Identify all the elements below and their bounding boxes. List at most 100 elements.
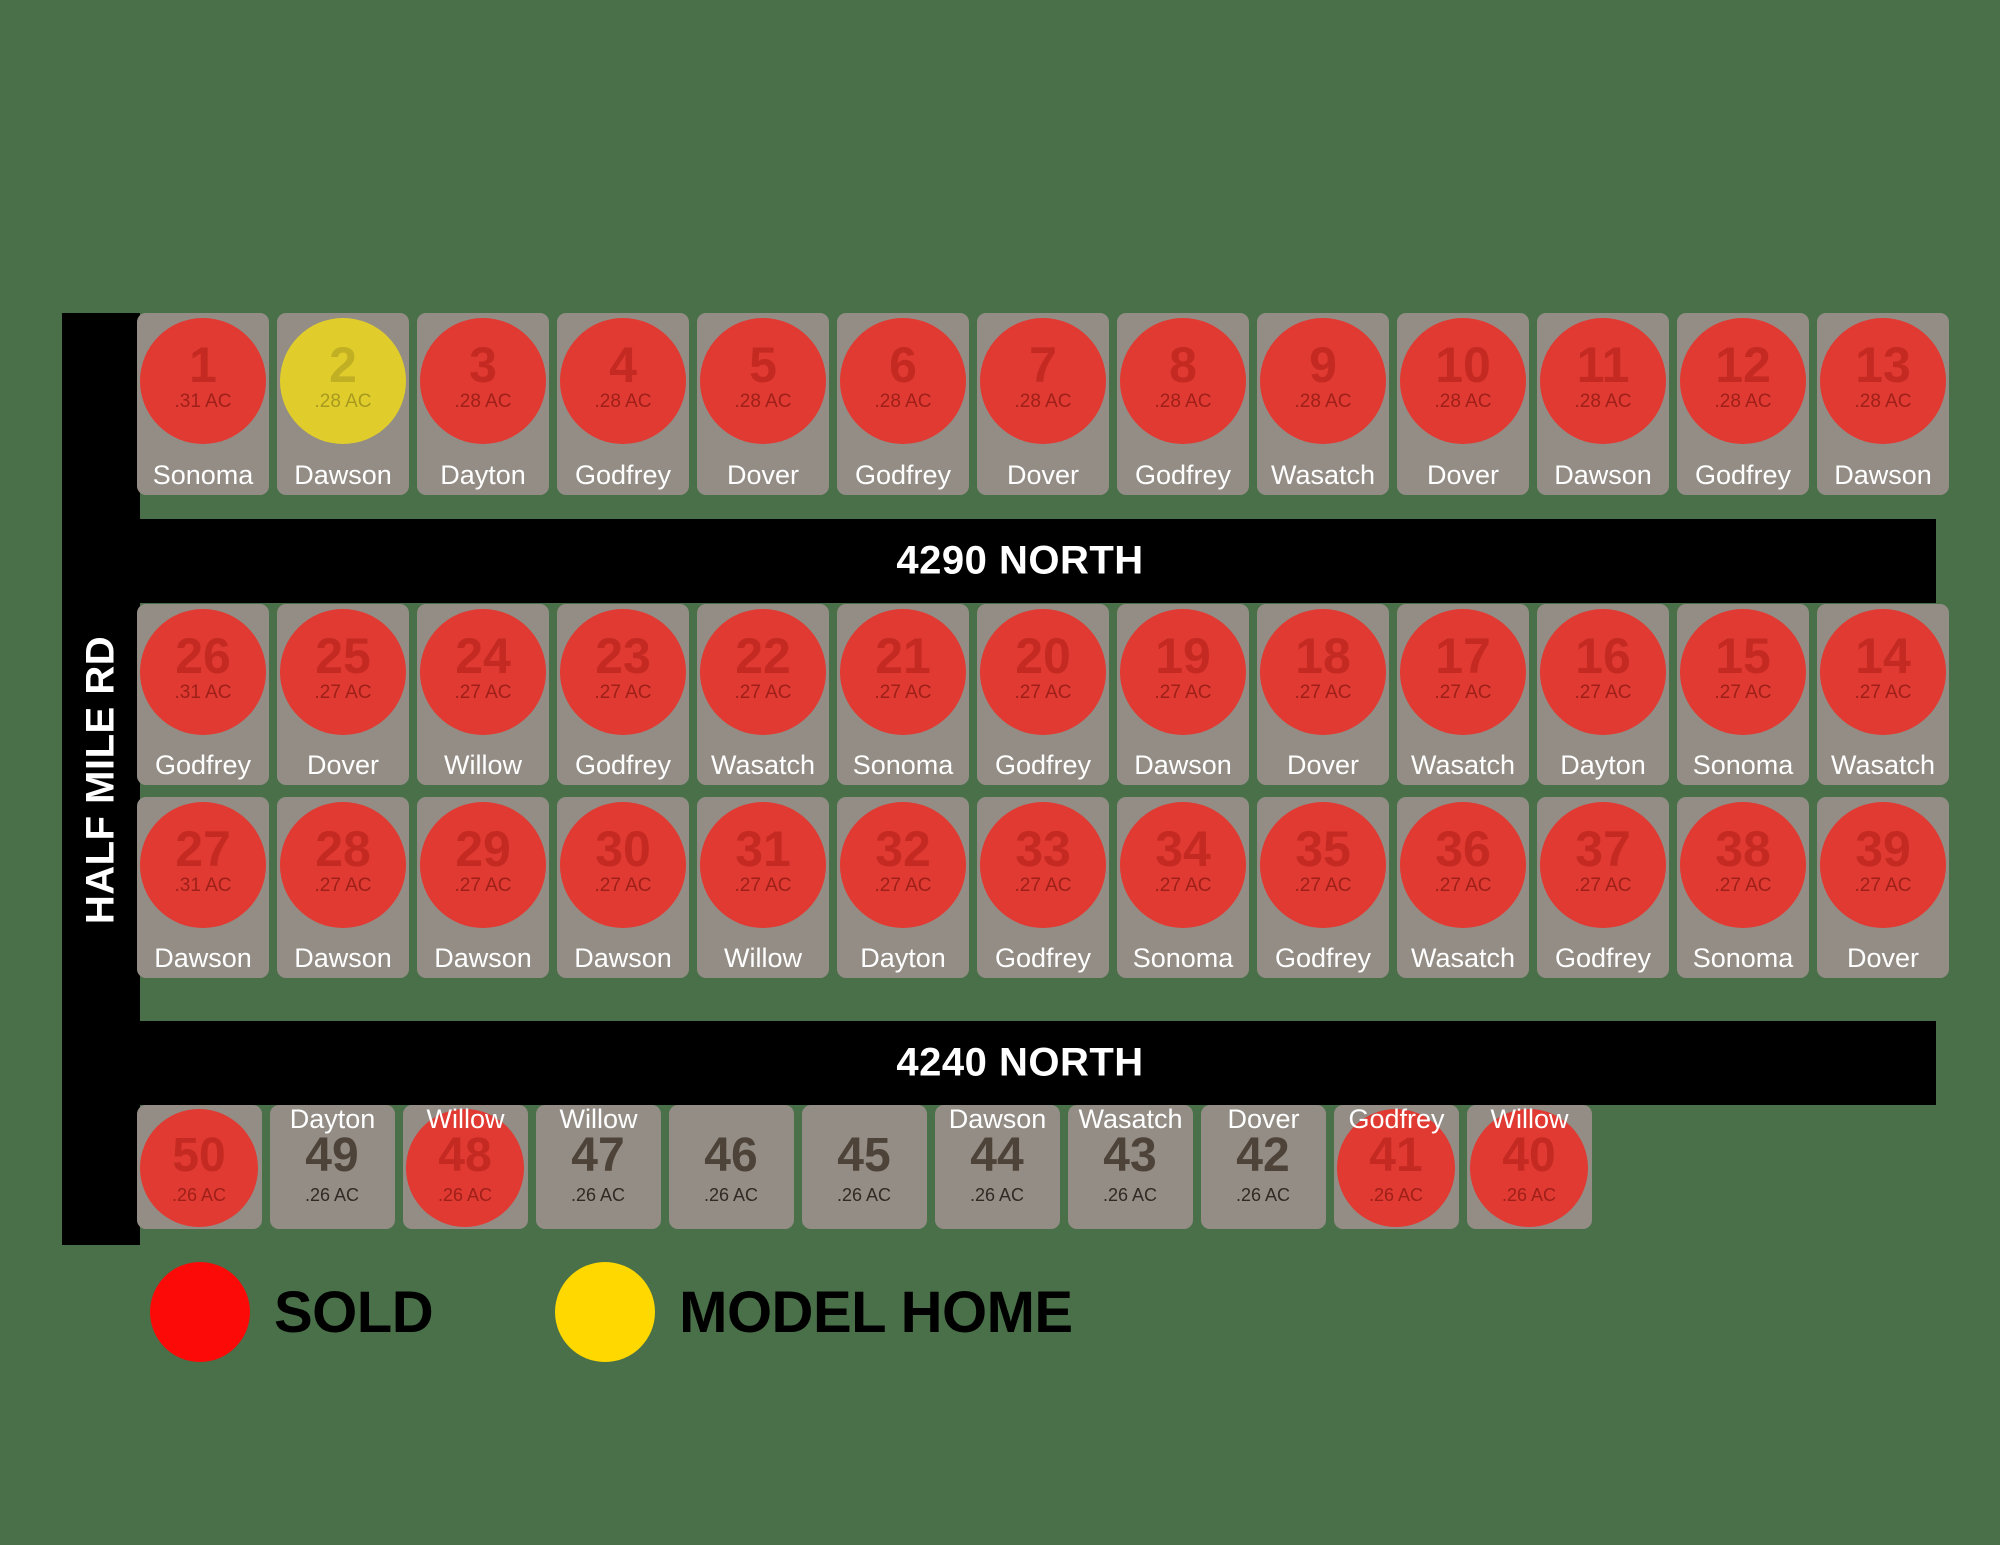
lot-tile[interactable]: 10.28 AC Dover (1397, 313, 1529, 495)
lot-tile[interactable]: 36.27 AC Wasatch (1397, 797, 1529, 978)
lot-tile[interactable]: 12.28 AC Godfrey (1677, 313, 1809, 495)
lot-acreage: .27 AC (1294, 681, 1352, 703)
lot-tile[interactable]: 22.27 AC Wasatch (697, 604, 829, 785)
lot-tile[interactable]: 5.28 AC Dover (697, 313, 829, 495)
lot-tile[interactable]: Godfrey 41 .26 AC (1334, 1105, 1459, 1229)
lot-number: 35 (1295, 820, 1351, 877)
lot-tile[interactable]: Willow 48 .26 AC (403, 1105, 528, 1229)
lot-acreage: .26 AC (703, 1185, 759, 1206)
lot-acreage: .27 AC (594, 874, 652, 896)
lot-tile[interactable]: 17.27 AC Wasatch (1397, 604, 1529, 785)
lot-tile[interactable]: Willow 40 .26 AC (1467, 1105, 1592, 1229)
lot-tile[interactable]: 11.28 AC Dawson (1537, 313, 1669, 495)
lot-acreage: .26 AC (437, 1185, 493, 1206)
lot-number: 9 (1309, 336, 1337, 393)
lot-tile[interactable]: Wasatch 43 .26 AC (1068, 1105, 1193, 1229)
lot-floorplan-name: Sonoma (1692, 943, 1794, 973)
legend-label-sold: SOLD (274, 1279, 434, 1345)
lot-tile[interactable]: 15.27 AC Sonoma (1677, 604, 1809, 785)
lot-tile[interactable]: 6.28 AC Godfrey (837, 313, 969, 495)
lot-floorplan-name: Wasatch (710, 750, 816, 780)
lot-tile[interactable]: 20.27 AC Godfrey (977, 604, 1109, 785)
lot-number: 1 (189, 336, 217, 393)
lot-number: 38 (1715, 820, 1771, 877)
lot-tile[interactable]: 18.27 AC Dover (1257, 604, 1389, 785)
lot-tile[interactable]: 27.31 AC Dawson (137, 797, 269, 978)
lot-floorplan-name: Wasatch (1830, 750, 1936, 780)
lot-tile[interactable]: 4.28 AC Godfrey (557, 313, 689, 495)
lot-acreage: .26 AC (1102, 1185, 1158, 1206)
lot-number: 41 (1369, 1128, 1423, 1182)
lot-status-circle: 50 .26 AC (140, 1109, 258, 1227)
lot-tile[interactable]: 25.27 AC Dover (277, 604, 409, 785)
lot-acreage: .28 AC (454, 390, 512, 412)
lot-tile[interactable]: Dawson 44 .26 AC (935, 1105, 1060, 1229)
lot-number: 48 (438, 1128, 492, 1182)
lot-tile[interactable]: 8.28 AC Godfrey (1117, 313, 1249, 495)
lot-tile[interactable]: 45 .26 AC (802, 1105, 927, 1229)
lot-tile[interactable]: 31.27 AC Willow (697, 797, 829, 978)
lot-number: 21 (875, 627, 931, 684)
lot-tile[interactable]: 7.28 AC Dover (977, 313, 1109, 495)
lot-acreage: .26 AC (1368, 1185, 1424, 1206)
lot-tile[interactable]: 24.27 AC Willow (417, 604, 549, 785)
lot-status-circle: 27.31 AC (140, 802, 266, 928)
lot-floorplan-name: Dawson (1834, 460, 1932, 490)
lot-status-circle: 20.27 AC (980, 609, 1106, 735)
lot-tile[interactable]: 38.27 AC Sonoma (1677, 797, 1809, 978)
road-label-4240-north: 4240 NORTH (896, 1040, 1144, 1085)
lot-number: 50 (172, 1128, 226, 1182)
lot-tile[interactable]: 29.27 AC Dawson (417, 797, 549, 978)
lot-acreage: .28 AC (874, 390, 932, 412)
lot-tile[interactable]: 9.28 AC Wasatch (1257, 313, 1389, 495)
lot-tile[interactable]: 39.27 AC Dover (1817, 797, 1949, 978)
lot-tile[interactable]: 19.27 AC Dawson (1117, 604, 1249, 785)
lot-tile[interactable]: 33.27 AC Godfrey (977, 797, 1109, 978)
lot-number: 17 (1435, 627, 1491, 684)
lot-number: 13 (1855, 336, 1911, 393)
lot-number: 46 (704, 1128, 758, 1182)
lot-tile[interactable]: 30.27 AC Dawson (557, 797, 689, 978)
lot-tile[interactable]: 32.27 AC Dayton (837, 797, 969, 978)
lot-tile[interactable]: 37.27 AC Godfrey (1537, 797, 1669, 978)
lot-tile[interactable]: 21.27 AC Sonoma (837, 604, 969, 785)
lot-tile[interactable]: 14.27 AC Wasatch (1817, 604, 1949, 785)
lot-number: 20 (1015, 627, 1071, 684)
lot-number: 29 (455, 820, 511, 877)
lot-acreage: .28 AC (734, 390, 792, 412)
lot-floorplan-name: Dover (1426, 460, 1500, 490)
lot-tile[interactable]: 23.27 AC Godfrey (557, 604, 689, 785)
lot-tile[interactable]: 50 .26 AC (137, 1105, 262, 1229)
lot-acreage: .26 AC (304, 1185, 360, 1206)
lot-acreage: .27 AC (594, 681, 652, 703)
lot-acreage: .27 AC (1434, 681, 1492, 703)
lot-number: 15 (1715, 627, 1771, 684)
lot-number: 25 (315, 627, 371, 684)
lot-floorplan-name: Dover (1227, 1104, 1300, 1134)
lot-tile[interactable]: Willow 47 .26 AC (536, 1105, 661, 1229)
road-label-half-mile-rd: HALF MILE RD (78, 635, 123, 925)
lot-status-circle: 5.28 AC (700, 318, 826, 444)
lot-tile[interactable]: 34.27 AC Sonoma (1117, 797, 1249, 978)
lot-tile[interactable]: 26.31 AC Godfrey (137, 604, 269, 785)
lot-number: 39 (1855, 820, 1911, 877)
lot-status-circle: 1.31 AC (140, 318, 266, 444)
lot-tile[interactable]: 13.28 AC Dawson (1817, 313, 1949, 495)
lot-acreage: .26 AC (171, 1185, 227, 1206)
lot-tile[interactable]: 28.27 AC Dawson (277, 797, 409, 978)
lot-status-circle: 26.31 AC (140, 609, 266, 735)
lot-acreage: .28 AC (1154, 390, 1212, 412)
lot-tile[interactable]: 46 .26 AC (669, 1105, 794, 1229)
lot-tile[interactable]: Dover 42 .26 AC (1201, 1105, 1326, 1229)
lot-tile[interactable]: 3.28 AC Dayton (417, 313, 549, 495)
lot-number: 36 (1435, 820, 1491, 877)
lot-acreage: .27 AC (734, 874, 792, 896)
lot-tile[interactable]: 2.28 AC Dawson (277, 313, 409, 495)
lot-tile[interactable]: Dayton 49 .26 AC (270, 1105, 395, 1229)
lot-floorplan-name: Godfrey (1274, 943, 1372, 973)
lot-tile[interactable]: 1.31 AC Sonoma (137, 313, 269, 495)
lot-status-circle: 31.27 AC (700, 802, 826, 928)
lot-tile[interactable]: 16.27 AC Dayton (1537, 604, 1669, 785)
lot-acreage: .28 AC (1714, 390, 1772, 412)
lot-tile[interactable]: 35.27 AC Godfrey (1257, 797, 1389, 978)
